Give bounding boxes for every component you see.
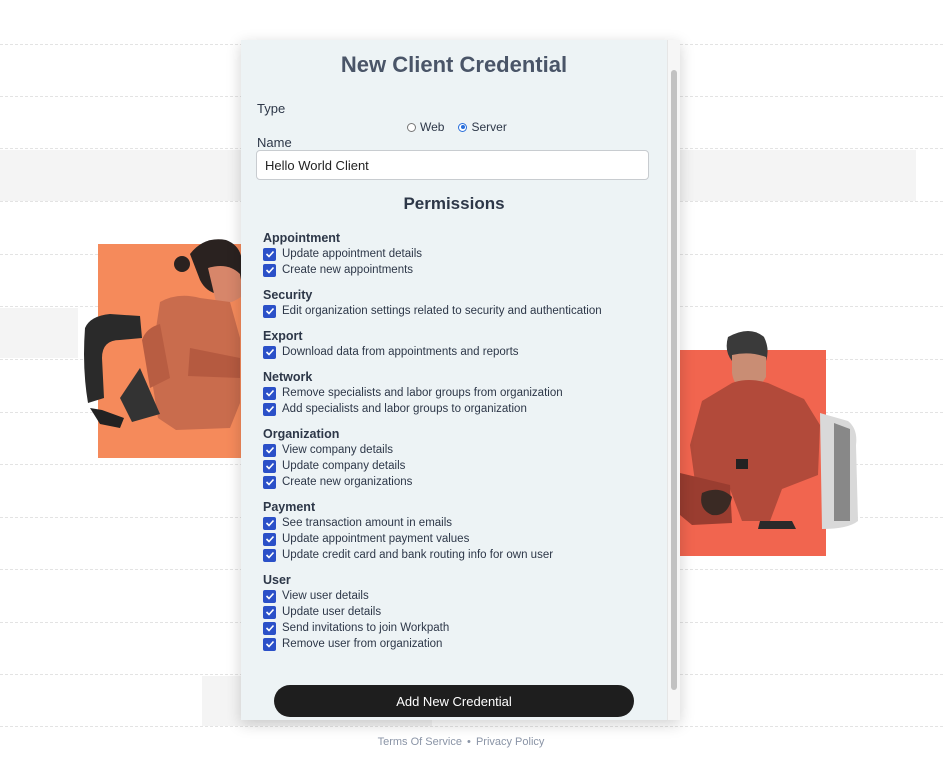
permission-item[interactable]: View company details	[263, 442, 653, 458]
checkbox-checked[interactable]	[263, 532, 276, 546]
permission-label: Update credit card and bank routing info…	[282, 549, 554, 561]
permission-item[interactable]: Remove specialists and labor groups from…	[263, 385, 653, 401]
checkbox-checked[interactable]	[263, 589, 276, 603]
permission-item[interactable]: See transaction amount in emails	[263, 515, 653, 531]
permission-label: Send invitations to join Workpath	[282, 622, 450, 634]
group-title: Network	[263, 370, 313, 384]
name-label: Name	[257, 135, 292, 150]
permission-item[interactable]: Update user details	[263, 604, 653, 620]
modal-scrollbar[interactable]	[667, 40, 680, 720]
checkbox-checked[interactable]	[263, 386, 276, 400]
permission-label: Update appointment details	[282, 248, 423, 260]
permission-label: Create new organizations	[282, 476, 413, 488]
permissions-title: Permissions	[403, 194, 505, 213]
radio-web[interactable]	[407, 122, 416, 132]
footer: Terms Of Service • Privacy Policy	[0, 736, 922, 748]
group-network: Network Remove specialists and labor gro…	[263, 369, 653, 417]
group-organization: Organization View company details Update…	[263, 426, 653, 490]
permission-label: Remove user from organization	[282, 638, 443, 650]
radio-server-label[interactable]: Server	[471, 120, 506, 134]
permission-item[interactable]: Send invitations to join Workpath	[263, 620, 653, 636]
group-export: Export Download data from appointments a…	[263, 328, 653, 360]
permission-label: Remove specialists and labor groups from…	[282, 387, 563, 399]
group-user: User View user details Update user detai…	[263, 572, 653, 652]
group-title: Payment	[263, 500, 316, 514]
group-title: Export	[263, 329, 303, 343]
permission-groups: Appointment Update appointment details C…	[263, 230, 653, 661]
group-appointment: Appointment Update appointment details C…	[263, 230, 653, 278]
add-new-credential-button[interactable]: Add New Credential	[274, 685, 634, 717]
checkbox-checked[interactable]	[263, 605, 276, 619]
checkbox-checked[interactable]	[263, 621, 276, 635]
checkbox-checked[interactable]	[263, 443, 276, 457]
privacy-link[interactable]: Privacy Policy	[476, 736, 544, 748]
permission-item[interactable]: View user details	[263, 588, 653, 604]
terms-link[interactable]: Terms Of Service	[378, 736, 462, 748]
group-title: User	[263, 573, 291, 587]
permission-label: Download data from appointments and repo…	[282, 346, 519, 358]
permission-item[interactable]: Create new appointments	[263, 262, 653, 278]
scrollbar-thumb[interactable]	[671, 70, 677, 690]
checkbox-checked[interactable]	[263, 402, 276, 416]
permission-item[interactable]: Update appointment payment values	[263, 531, 653, 547]
checkbox-checked[interactable]	[263, 247, 276, 261]
group-title: Appointment	[263, 231, 341, 245]
permission-label: Update appointment payment values	[282, 533, 470, 545]
footer-separator: •	[467, 736, 471, 748]
permission-label: Add specialists and labor groups to orga…	[282, 403, 527, 415]
checkbox-checked[interactable]	[263, 345, 276, 359]
group-title: Organization	[263, 427, 340, 441]
permission-item[interactable]: Remove user from organization	[263, 636, 653, 652]
checkbox-checked[interactable]	[263, 637, 276, 651]
grid-line	[0, 726, 943, 727]
type-radio-group: Web Server	[407, 120, 507, 134]
permission-item[interactable]: Create new organizations	[263, 474, 653, 490]
checkbox-checked[interactable]	[263, 263, 276, 277]
radio-server[interactable]	[458, 122, 468, 132]
modal-title: New Client Credential	[340, 52, 568, 77]
checkbox-checked[interactable]	[263, 304, 276, 318]
radio-web-label[interactable]: Web	[420, 120, 444, 134]
permission-item[interactable]: Edit organization settings related to se…	[263, 303, 653, 319]
checkbox-checked[interactable]	[263, 516, 276, 530]
permission-label: See transaction amount in emails	[282, 517, 453, 529]
group-security: Security Edit organization settings rela…	[263, 287, 653, 319]
permission-label: Update user details	[282, 606, 382, 618]
checkbox-checked[interactable]	[263, 459, 276, 473]
checkbox-checked[interactable]	[263, 548, 276, 562]
new-credential-modal: New Client Credential Type Web Server Na…	[241, 40, 680, 720]
checkbox-checked[interactable]	[263, 475, 276, 489]
type-label: Type	[257, 101, 286, 116]
permission-item[interactable]: Update credit card and bank routing info…	[263, 547, 653, 563]
permission-label: View company details	[282, 444, 394, 456]
permission-item[interactable]: Add specialists and labor groups to orga…	[263, 401, 653, 417]
modal-content: New Client Credential Type Web Server Na…	[241, 40, 667, 720]
permission-item[interactable]: Download data from appointments and repo…	[263, 344, 653, 360]
permission-label: View user details	[282, 590, 369, 602]
background-band	[0, 308, 78, 358]
photo-seated-man	[680, 331, 858, 556]
permission-label: Update company details	[282, 460, 406, 472]
group-payment: Payment See transaction amount in emails…	[263, 499, 653, 563]
name-input[interactable]	[256, 150, 649, 180]
photo-seated-woman	[84, 239, 243, 458]
permission-item[interactable]: Update company details	[263, 458, 653, 474]
permission-label: Create new appointments	[282, 264, 414, 276]
group-title: Security	[263, 288, 313, 302]
permission-item[interactable]: Update appointment details	[263, 246, 653, 262]
permission-label: Edit organization settings related to se…	[282, 305, 602, 317]
